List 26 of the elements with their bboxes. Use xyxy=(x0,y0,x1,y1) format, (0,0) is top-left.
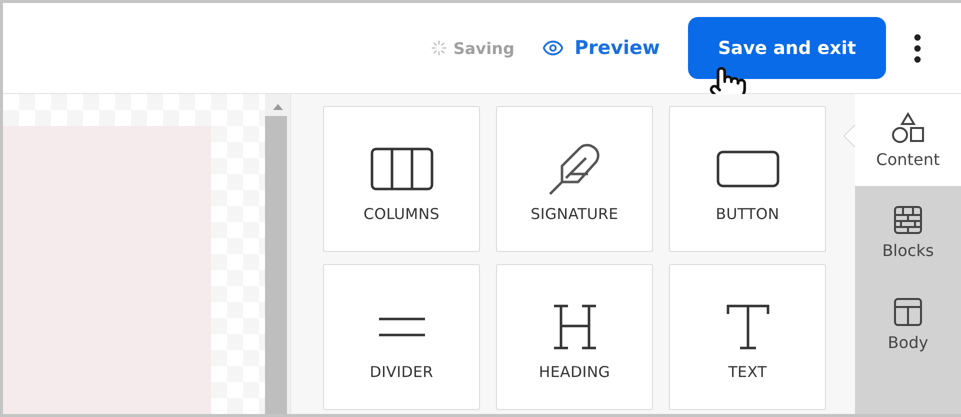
content-tile[interactable]: HEADING xyxy=(496,264,653,410)
shapes-icon xyxy=(891,112,925,144)
spinner-icon xyxy=(431,40,448,56)
layout-icon xyxy=(893,296,923,326)
sidebar-tab[interactable]: Content xyxy=(855,94,961,186)
content-tile[interactable]: DIVIDER xyxy=(323,264,480,410)
equals-icon xyxy=(378,316,426,338)
sidebar-tab-label: Content xyxy=(876,150,940,168)
scrollbar-thumb[interactable] xyxy=(265,116,287,414)
scroll-up-icon[interactable] xyxy=(272,104,282,110)
serif-h-icon xyxy=(552,304,598,350)
content-tile[interactable]: BUTTON xyxy=(669,106,826,252)
save-and-exit-button[interactable]: Save and exit xyxy=(688,17,886,79)
columns-icon xyxy=(370,147,434,191)
preview-link[interactable]: Preview xyxy=(542,37,660,59)
more-vertical-icon xyxy=(914,34,921,62)
sidebar-tab-label: Body xyxy=(888,332,928,352)
saving-status: Saving xyxy=(453,38,514,58)
sidebar-tab-label: Blocks xyxy=(882,240,934,260)
more-options-button[interactable] xyxy=(914,34,921,62)
content-tile[interactable]: TEXT xyxy=(669,264,826,410)
content-tile[interactable]: SIGNATURE xyxy=(496,106,653,252)
rectangle-icon xyxy=(716,150,780,188)
serif-t-icon xyxy=(726,304,770,350)
content-tile[interactable]: COLUMNS xyxy=(323,106,480,252)
brick-wall-icon xyxy=(893,204,923,234)
